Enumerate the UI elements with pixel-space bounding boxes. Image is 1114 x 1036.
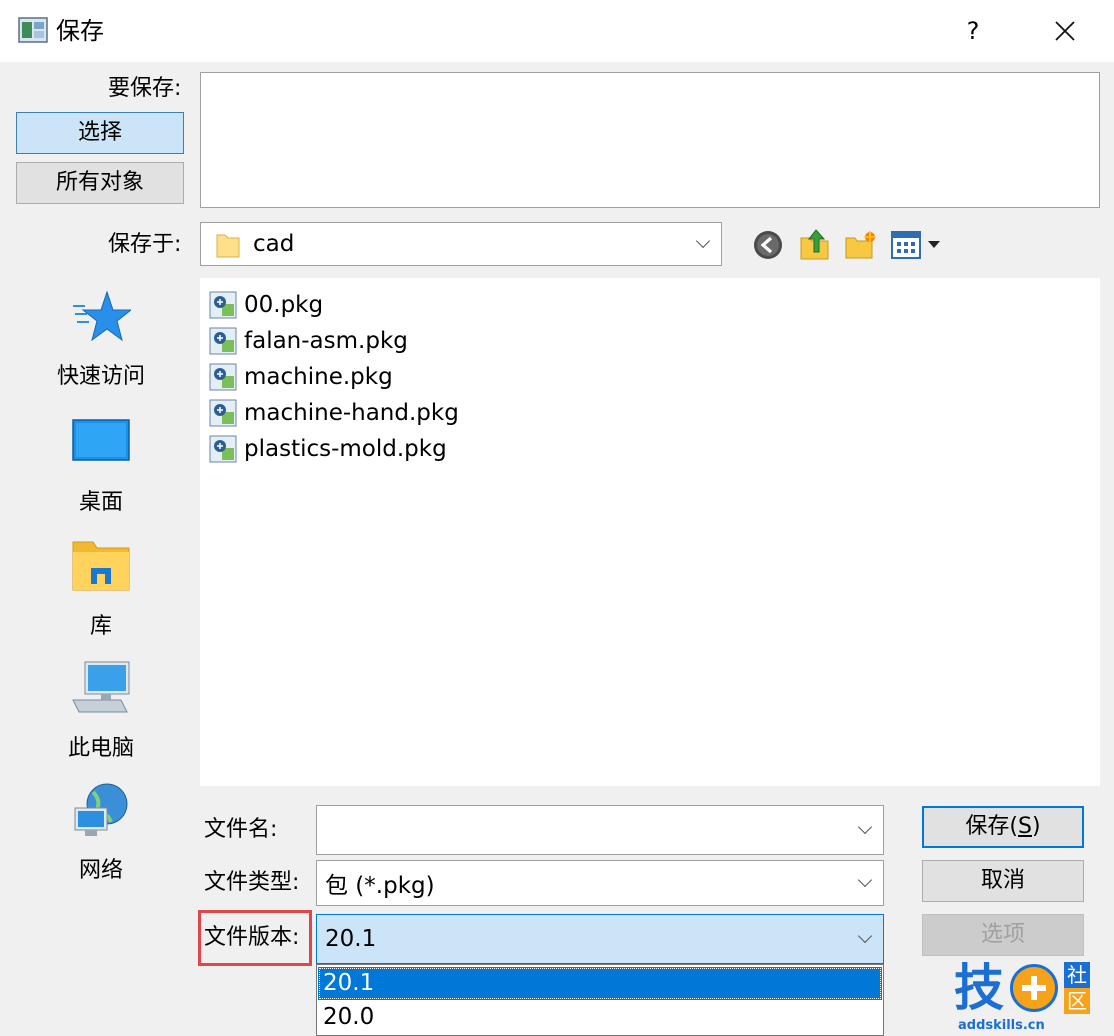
filetype-value: 包 (*.pkg)	[325, 873, 435, 899]
package-file-icon	[208, 290, 238, 320]
filename-combo[interactable]	[316, 805, 884, 855]
back-button[interactable]	[752, 229, 784, 261]
filetype-label: 文件类型:	[204, 870, 300, 895]
help-button[interactable]: ?	[948, 10, 998, 52]
current-folder: cad	[253, 231, 295, 257]
place-this-pc[interactable]: 此电脑	[14, 660, 188, 780]
chevron-down-icon	[859, 820, 871, 832]
save-shortcut-key: S	[1018, 814, 1032, 839]
place-desktop[interactable]: 桌面	[14, 414, 188, 534]
back-arrow-icon	[754, 231, 782, 259]
folder-icon	[215, 231, 241, 263]
place-label: 此电脑	[67, 736, 134, 761]
close-button[interactable]	[1040, 10, 1090, 52]
network-icon	[71, 782, 131, 842]
close-icon	[1055, 21, 1075, 41]
place-quick-access[interactable]: 快速访问	[14, 288, 188, 408]
file-item[interactable]: plastics-mold.pkg	[208, 432, 447, 466]
watermark-char: 社	[1064, 962, 1090, 988]
view-grid-icon	[891, 231, 940, 259]
window-title: 保存	[56, 17, 104, 45]
up-folder-icon	[800, 229, 829, 260]
version-option[interactable]: 20.0	[318, 1001, 882, 1034]
chevron-down-icon	[859, 929, 871, 941]
version-option[interactable]: 20.1	[318, 967, 882, 1000]
filename-label: 文件名:	[204, 817, 278, 842]
filetype-combo[interactable]: 包 (*.pkg)	[316, 860, 884, 906]
version-combo[interactable]: 20.1	[316, 914, 884, 964]
file-item[interactable]: falan-asm.pkg	[208, 324, 408, 358]
select-button[interactable]: 选择	[16, 112, 184, 154]
file-item[interactable]: machine-hand.pkg	[208, 396, 459, 430]
file-item[interactable]: 00.pkg	[208, 288, 323, 322]
package-file-icon	[208, 398, 238, 428]
place-network[interactable]: 网络	[14, 782, 188, 902]
up-folder-button[interactable]	[798, 226, 832, 262]
watermark-char: 区	[1064, 988, 1090, 1014]
file-name: plastics-mold.pkg	[244, 436, 447, 462]
desktop-icon	[71, 414, 131, 474]
to-save-label: 要保存:	[108, 76, 182, 101]
file-name: falan-asm.pkg	[244, 328, 408, 354]
place-label: 快速访问	[56, 364, 145, 389]
file-name: machine.pkg	[244, 364, 393, 390]
to-save-preview-box[interactable]	[200, 72, 1100, 208]
all-objects-button[interactable]: 所有对象	[16, 162, 184, 204]
version-value: 20.1	[325, 926, 377, 952]
new-folder-button[interactable]	[844, 228, 878, 262]
watermark-site: addskills.cn	[958, 1018, 1045, 1033]
title-bar	[0, 0, 1114, 62]
package-file-icon	[208, 326, 238, 356]
view-menu-button[interactable]	[890, 230, 944, 260]
plus-icon	[1010, 964, 1058, 1012]
chevron-down-icon	[697, 234, 709, 246]
options-button[interactable]: 选项	[922, 914, 1084, 956]
save-button-close: )	[1031, 814, 1041, 839]
file-name: machine-hand.pkg	[244, 400, 459, 426]
package-file-icon	[208, 434, 238, 464]
file-item[interactable]: machine.pkg	[208, 360, 393, 394]
chevron-down-icon	[859, 873, 871, 885]
new-folder-icon	[845, 231, 876, 259]
file-list[interactable]: 00.pkg falan-asm.pkg machine.pkg machine…	[200, 278, 1100, 786]
watermark-logo: 技 社 区 addskills.cn	[952, 958, 1106, 1034]
file-name: 00.pkg	[244, 292, 324, 318]
version-label: 文件版本:	[204, 925, 300, 950]
this-pc-icon	[71, 660, 131, 720]
save-button-text: 保存(	[965, 814, 1019, 839]
quick-access-star-icon	[71, 288, 133, 348]
cancel-button[interactable]: 取消	[922, 860, 1084, 902]
places-bar: 快速访问 桌面 库 此电脑 网络	[14, 268, 188, 988]
place-label: 网络	[78, 858, 123, 883]
watermark-char: 技	[954, 959, 1004, 1017]
package-file-icon	[208, 362, 238, 392]
version-dropdown-list[interactable]: 20.1 20.0	[316, 964, 884, 1036]
save-button[interactable]: 保存(S)	[922, 806, 1084, 848]
app-icon	[18, 16, 48, 44]
save-in-label: 保存于:	[108, 232, 182, 257]
place-label: 桌面	[78, 490, 123, 515]
save-in-combo[interactable]: cad	[200, 222, 722, 266]
place-label: 库	[89, 614, 112, 639]
place-libraries[interactable]: 库	[14, 538, 188, 658]
libraries-folder-icon	[71, 538, 131, 598]
